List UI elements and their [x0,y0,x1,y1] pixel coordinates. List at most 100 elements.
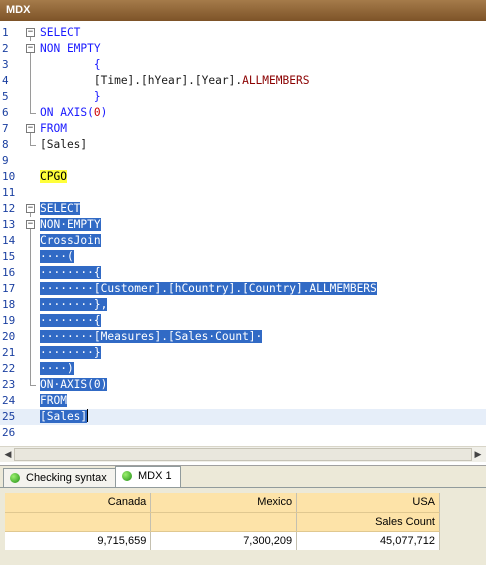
fold-guide [26,73,36,89]
code-line[interactable]: 25 [Sales] [0,409,486,425]
line-number: 17 [2,282,16,295]
code-line[interactable]: 8 [Sales] [0,137,486,153]
line-number: 11 [2,186,16,199]
measure-header: Sales Count [296,512,440,532]
result-cell[interactable]: 45,077,712 [296,531,440,550]
code-text: [Sales] [40,138,88,151]
code-text: SELECT [40,202,81,215]
line-number: 1 [2,26,9,39]
result-tabs: Checking syntax MDX 1 [0,465,486,488]
fold-guide [26,297,36,313]
code-line[interactable]: 16 ········{ [0,265,486,281]
line-number: 13 [2,218,16,231]
code-line[interactable]: 10 CPGO [0,169,486,185]
fold-none [26,169,36,185]
line-number: 8 [2,138,9,151]
code-line[interactable]: 2 − NON EMPTY [0,41,486,57]
code-line[interactable]: 18 ········}, [0,297,486,313]
line-number: 21 [2,346,16,359]
fold-none [26,409,36,425]
line-number: 3 [2,58,9,71]
line-number: 2 [2,42,9,55]
code-line[interactable]: 3 { [0,57,486,73]
fold-end [26,377,36,393]
code-text: SELECT [40,26,81,39]
line-number: 14 [2,234,16,247]
line-number: 18 [2,298,16,311]
code-line[interactable]: 15 ····( [0,249,486,265]
collapse-icon[interactable]: − [26,41,36,57]
column-header[interactable]: Mexico [150,493,298,513]
code-line[interactable]: 26 [0,425,486,441]
text-caret [87,409,89,422]
fold-guide [26,329,36,345]
line-number: 15 [2,250,16,263]
fold-guide [26,281,36,297]
line-number: 9 [2,154,9,167]
code-line[interactable]: 17 ········[Customer].[hCountry].[Country… [0,281,486,297]
collapse-icon[interactable]: − [26,217,36,233]
fold-guide [26,313,36,329]
code-line[interactable]: 19 ········{ [0,313,486,329]
fold-none [26,153,36,169]
line-number: 25 [2,410,16,423]
code-text: ON·AXIS(0) [40,378,108,391]
code-line[interactable]: 1 − SELECT [0,25,486,41]
collapse-icon[interactable]: − [26,121,36,137]
scroll-left-icon[interactable]: ◀ [1,448,15,461]
code-line[interactable]: 4 [Time].[hYear].[Year].ALLMEMBERS [0,73,486,89]
code-text: FROM [40,122,67,135]
code-line[interactable]: 20 ········[Measures].[Sales·Count]· [0,329,486,345]
measure-header-empty [5,512,152,532]
scroll-right-icon[interactable]: ▶ [471,448,485,461]
code-text: ········}, [40,298,108,311]
horizontal-scrollbar[interactable]: ◀ ▶ [0,446,486,462]
code-line[interactable]: 23 ON·AXIS(0) [0,377,486,393]
tab-label: Checking syntax [26,472,107,484]
line-number: 23 [2,378,16,391]
tab-label: MDX 1 [138,470,172,482]
code-line[interactable]: 6 ON AXIS(0) [0,105,486,121]
scrollbar-thumb[interactable] [14,448,472,461]
result-cell[interactable]: 9,715,659 [5,531,152,550]
column-header[interactable]: USA [296,493,440,513]
code-text: ········{ [40,266,101,279]
code-line[interactable]: 21 ········} [0,345,486,361]
status-ok-icon [122,471,132,481]
code-line[interactable]: 11 [0,185,486,201]
tab-mdx-1[interactable]: MDX 1 [115,466,181,488]
result-cell[interactable]: 7,300,209 [150,531,298,550]
code-text: ····( [40,250,74,263]
code-text: ········} [40,346,101,359]
tab-checking-syntax[interactable]: Checking syntax [3,468,116,488]
line-number: 5 [2,90,9,103]
column-header[interactable]: Canada [5,493,152,513]
fold-guide [26,57,36,73]
code-line[interactable]: 7 − FROM [0,121,486,137]
code-text: CrossJoin [40,234,101,247]
code-line[interactable]: 13− NON·EMPTY [0,217,486,233]
line-number: 7 [2,122,9,135]
code-text: } [40,90,101,103]
code-line[interactable]: 14 CrossJoin [0,233,486,249]
code-line[interactable]: 5 } [0,89,486,105]
fold-guide [26,249,36,265]
line-number: 26 [2,426,16,439]
line-number: 19 [2,314,16,327]
code-line[interactable]: 22 ····) [0,361,486,377]
code-text: NON EMPTY [40,42,101,55]
measure-header-empty [150,512,298,532]
mdx-editor[interactable]: 1− SELECT 2− NON EMPTY 3 {4 [Time].[hYear].[… [0,21,486,446]
collapse-icon[interactable]: − [26,25,36,41]
code-text: NON·EMPTY [40,218,101,231]
code-line[interactable]: 12− SELECT [0,201,486,217]
fold-none [26,185,36,201]
code-text: ········[Measures].[Sales·Count]· [40,330,263,343]
collapse-icon[interactable]: − [26,201,36,217]
line-number: 22 [2,362,16,375]
code-text: { [40,58,101,71]
code-line[interactable]: 9 [0,153,486,169]
code-text: ON AXIS(0) [40,106,108,119]
results-grid: Canada Mexico USA Sales Count 9,715,659 … [5,493,440,550]
code-line[interactable]: 24 FROM [0,393,486,409]
